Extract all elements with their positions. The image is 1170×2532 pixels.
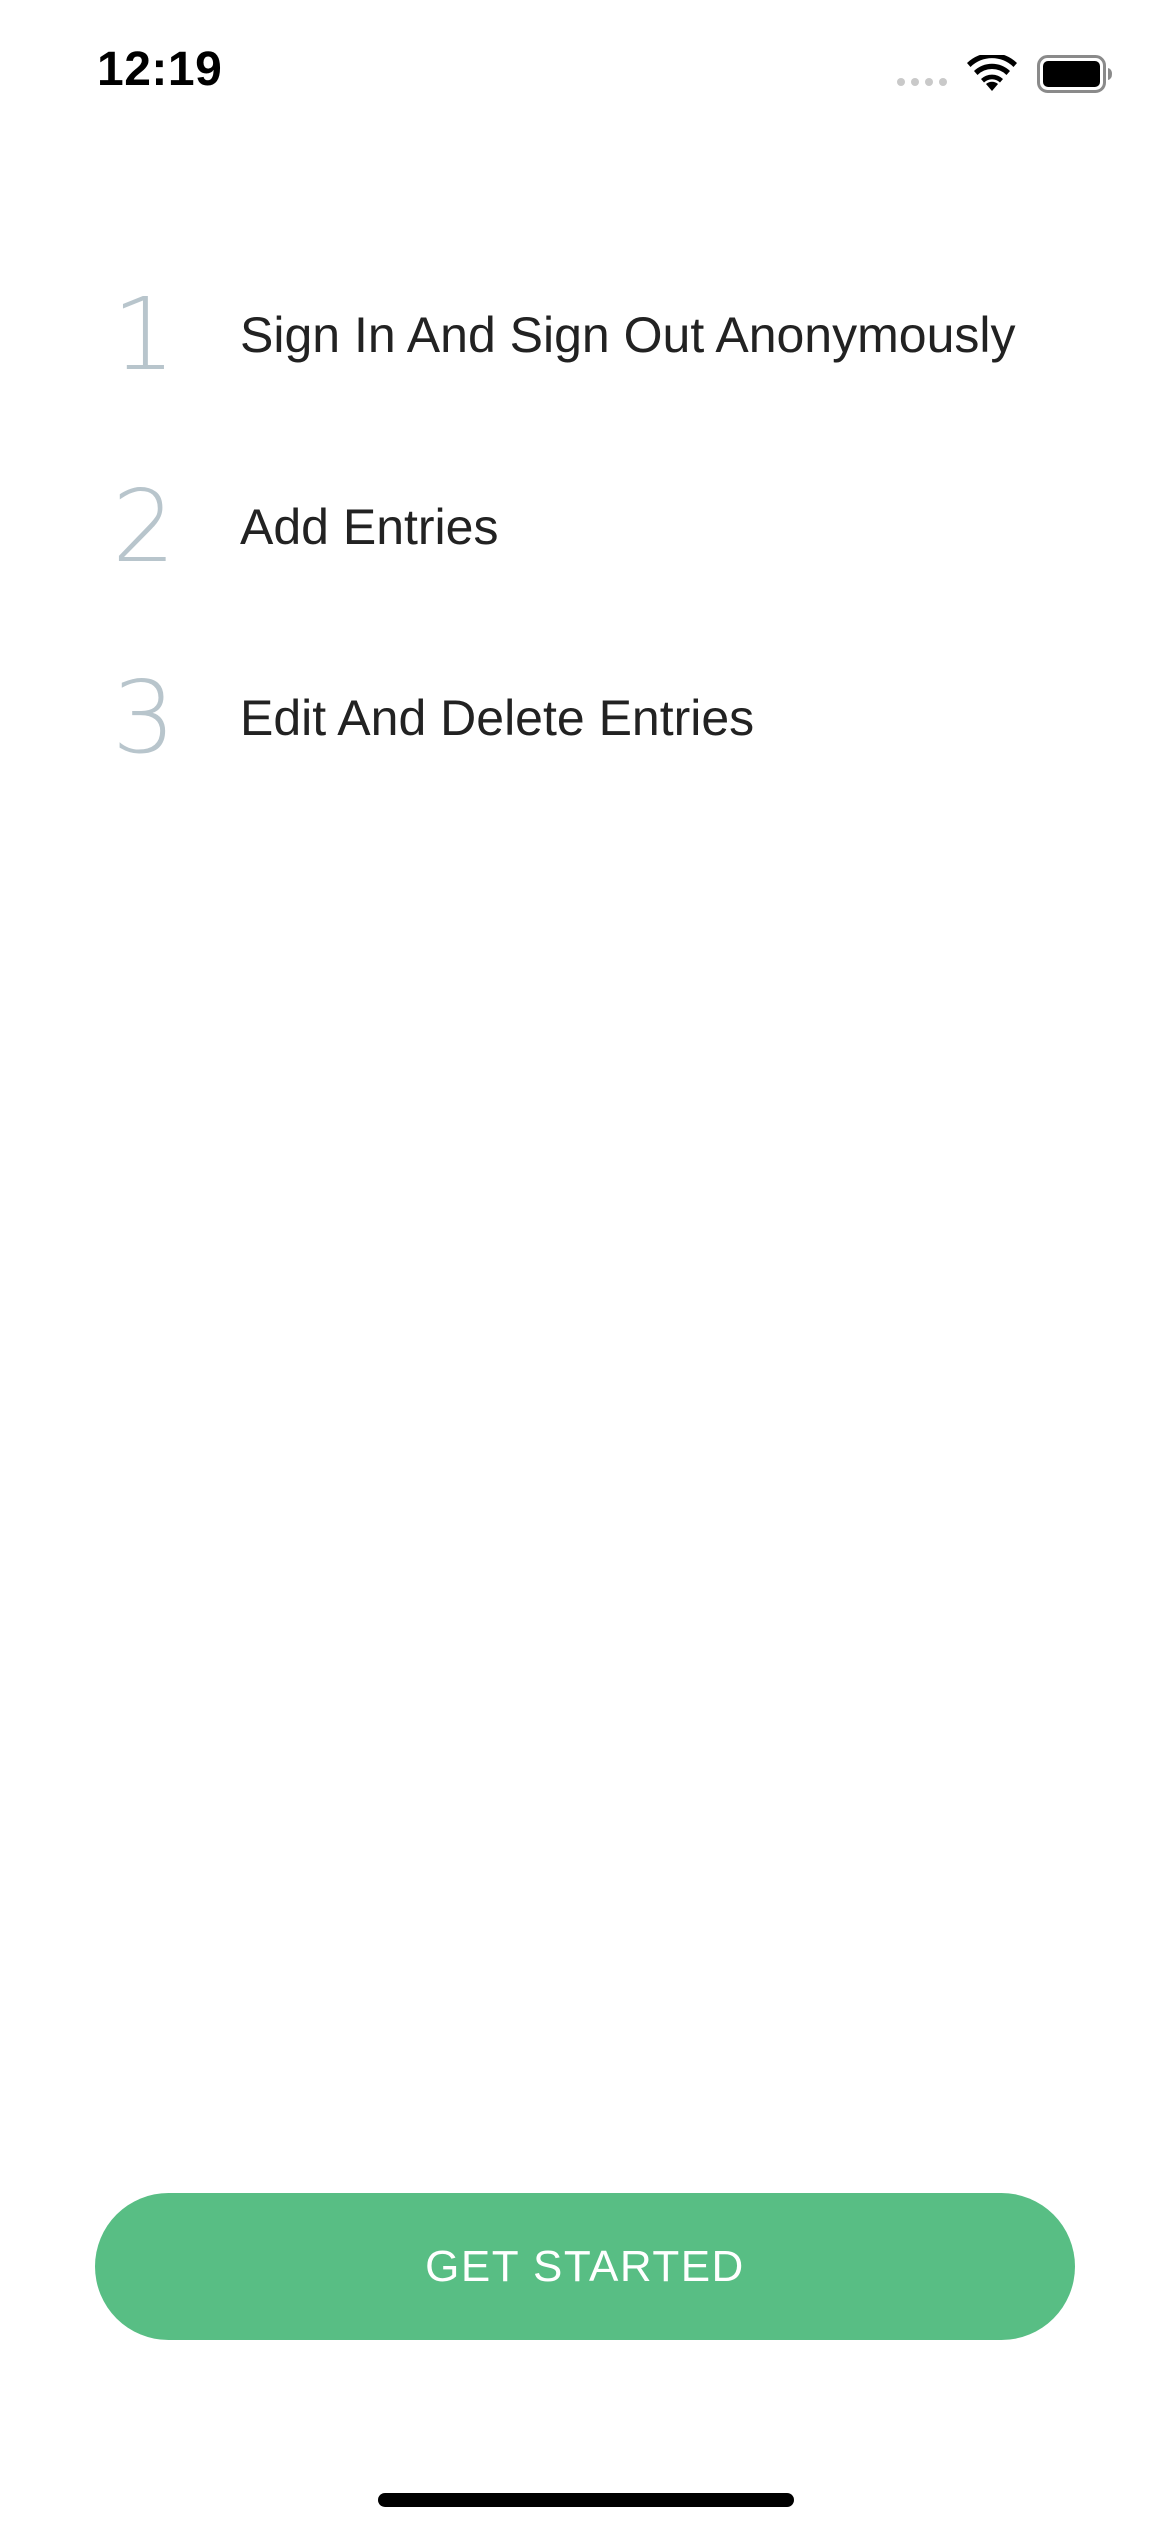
step-label: Sign In And Sign Out Anonymously [240,307,1016,363]
step-label: Add Entries [240,499,499,555]
step-label: Edit And Delete Entries [240,690,755,746]
step-number: 2 [112,468,176,585]
battery-icon [1037,55,1113,93]
status-bar: 12:19 [0,0,1170,150]
step-number: 3 [112,659,176,776]
cellular-signal-icon [897,62,947,86]
step-item: 3 Edit And Delete Entries [0,658,1170,778]
step-item: 2 Add Entries [0,467,1170,587]
step-item: 1 Sign In And Sign Out Anonymously [0,275,1170,395]
status-icons [897,52,1113,96]
step-number: 1 [112,276,176,393]
home-indicator[interactable] [378,2493,794,2507]
get-started-button[interactable]: GET STARTED [95,2193,1075,2340]
wifi-icon [967,55,1017,93]
status-time: 12:19 [97,43,223,96]
